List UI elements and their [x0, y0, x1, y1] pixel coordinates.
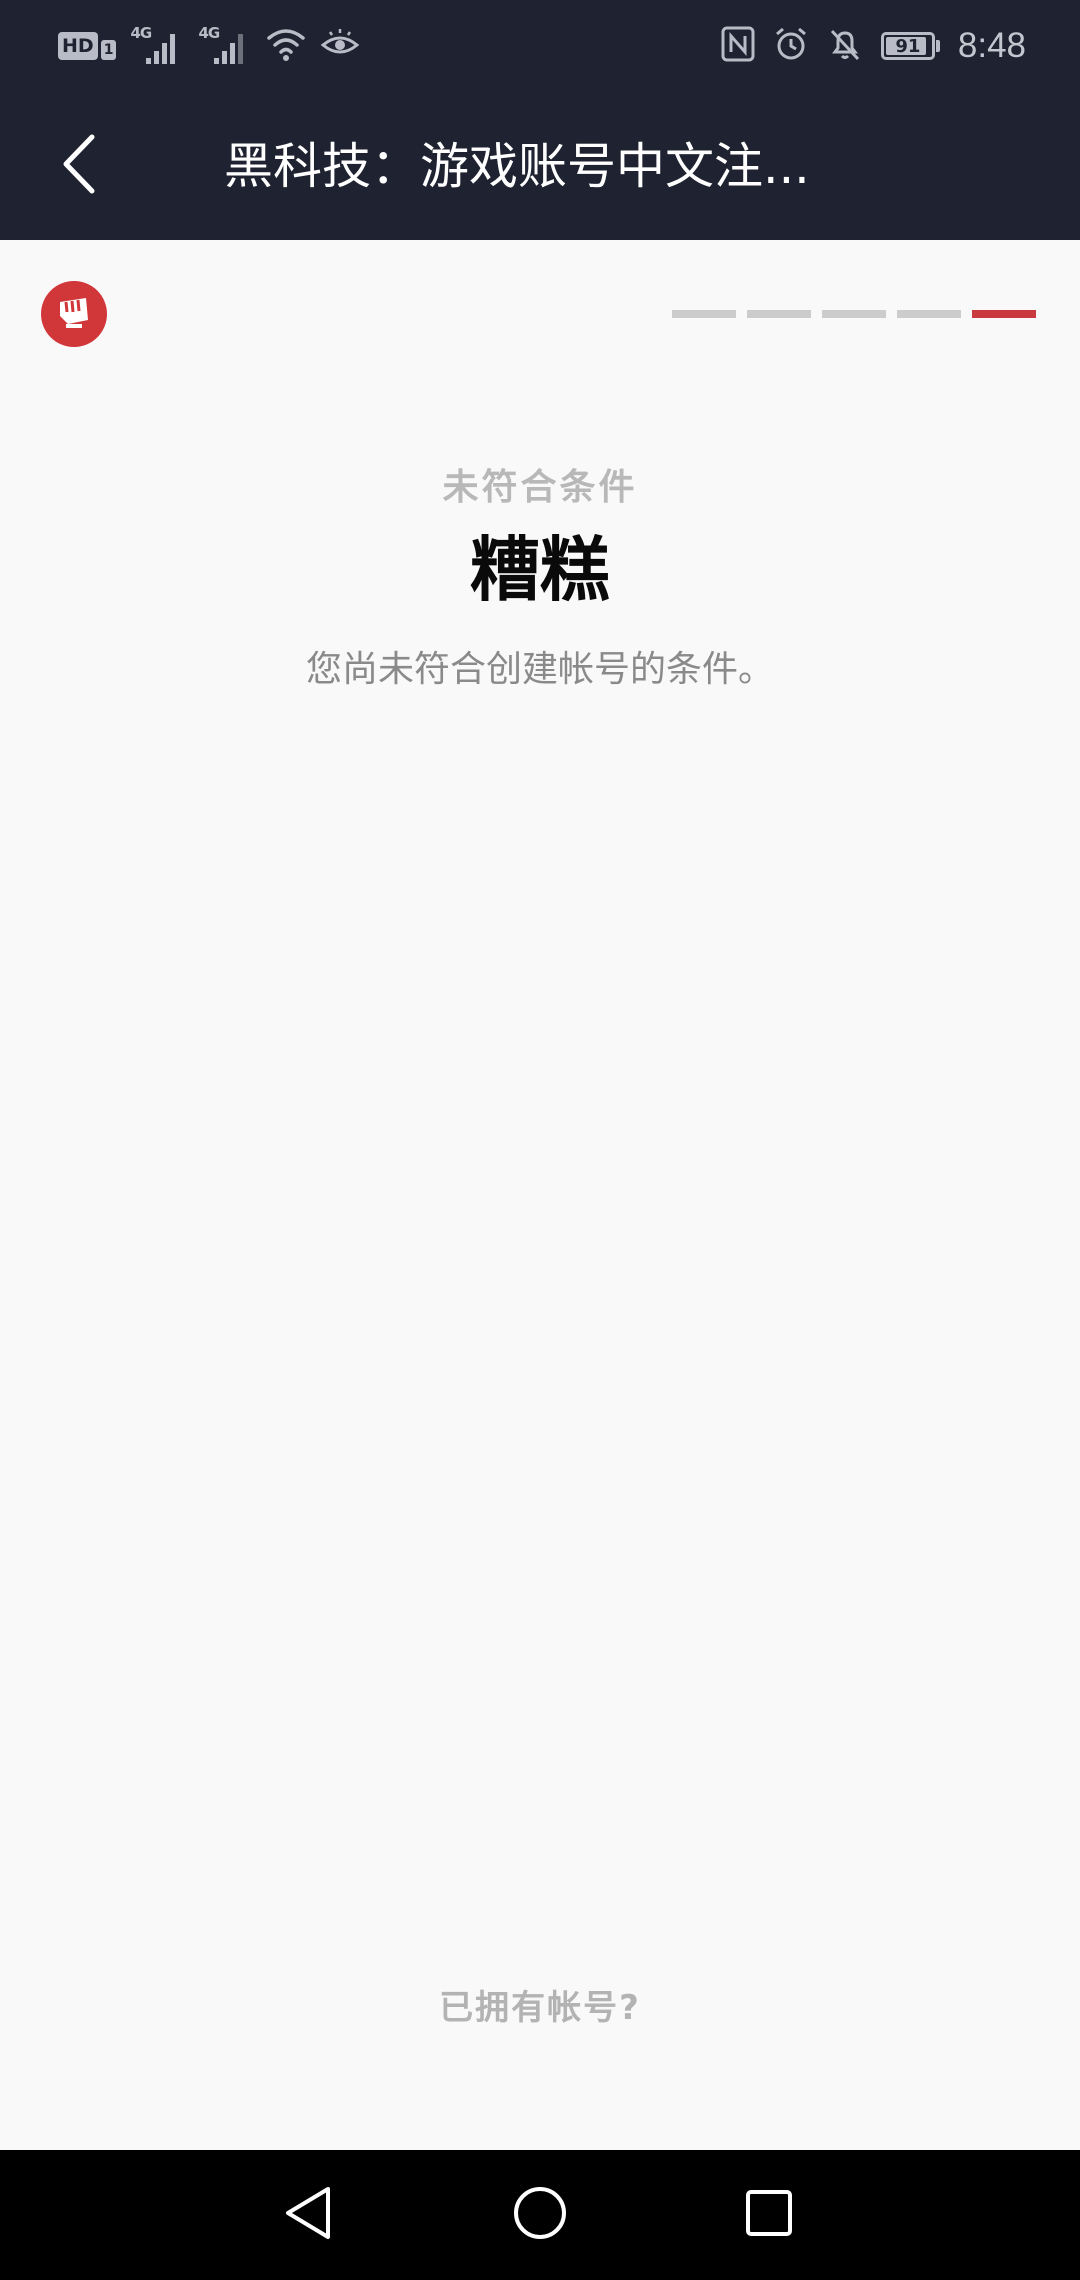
hd-badge: HD 1 — [58, 32, 117, 60]
status-bar: HD 1 4G 4G 91 8:48 — [0, 0, 1080, 92]
status-right: 91 8:48 — [721, 22, 1026, 70]
page-title: 黑科技：游戏账号中文注... — [224, 138, 810, 195]
nfc-icon — [721, 26, 755, 66]
progress-step-1 — [672, 310, 736, 318]
hd-label: HD — [58, 32, 98, 60]
screen: HD 1 4G 4G 91 8:48 黑科技：游戏账号中文注... 未符合条件 … — [0, 0, 1080, 2280]
existing-account-link[interactable]: 已拥有帐号? — [0, 1980, 1080, 2029]
alarm-icon — [773, 26, 809, 66]
error-message: 您尚未符合创建帐号的条件。 — [305, 649, 774, 690]
battery-icon: 91 — [880, 32, 940, 60]
title-bar: 黑科技：游戏账号中文注... — [0, 92, 1080, 240]
square-recents-icon — [744, 2188, 794, 2242]
chevron-left-icon — [58, 133, 98, 199]
nav-home-button[interactable] — [505, 2180, 575, 2250]
navigation-bar — [0, 2150, 1080, 2280]
riot-logo — [41, 281, 107, 347]
sim-label: 1 — [100, 40, 117, 60]
progress-step-4 — [897, 310, 961, 318]
battery-level: 91 — [895, 35, 921, 57]
progress-step-3 — [822, 310, 886, 318]
progress-step-2 — [747, 310, 811, 318]
riot-fist-icon — [54, 294, 94, 334]
cell-signal-icon: 4G — [130, 24, 184, 68]
wifi-icon — [266, 26, 306, 66]
progress-step-5 — [972, 310, 1036, 318]
eyebrow-label: 未符合条件 — [442, 467, 638, 508]
nav-recents-button[interactable] — [734, 2180, 804, 2250]
triangle-back-icon — [282, 2185, 334, 2245]
circle-home-icon — [512, 2185, 568, 2245]
nav-back-button[interactable] — [273, 2180, 343, 2250]
clock: 8:48 — [957, 26, 1026, 65]
mute-bell-icon — [827, 26, 863, 66]
step-progress — [672, 310, 1036, 318]
error-heading: 糟糕 — [470, 529, 610, 611]
cell-signal-2-icon: 4G — [198, 24, 252, 68]
eye-comfort-icon — [320, 27, 360, 65]
status-left: HD 1 4G 4G — [58, 24, 360, 68]
back-button[interactable] — [40, 128, 116, 204]
